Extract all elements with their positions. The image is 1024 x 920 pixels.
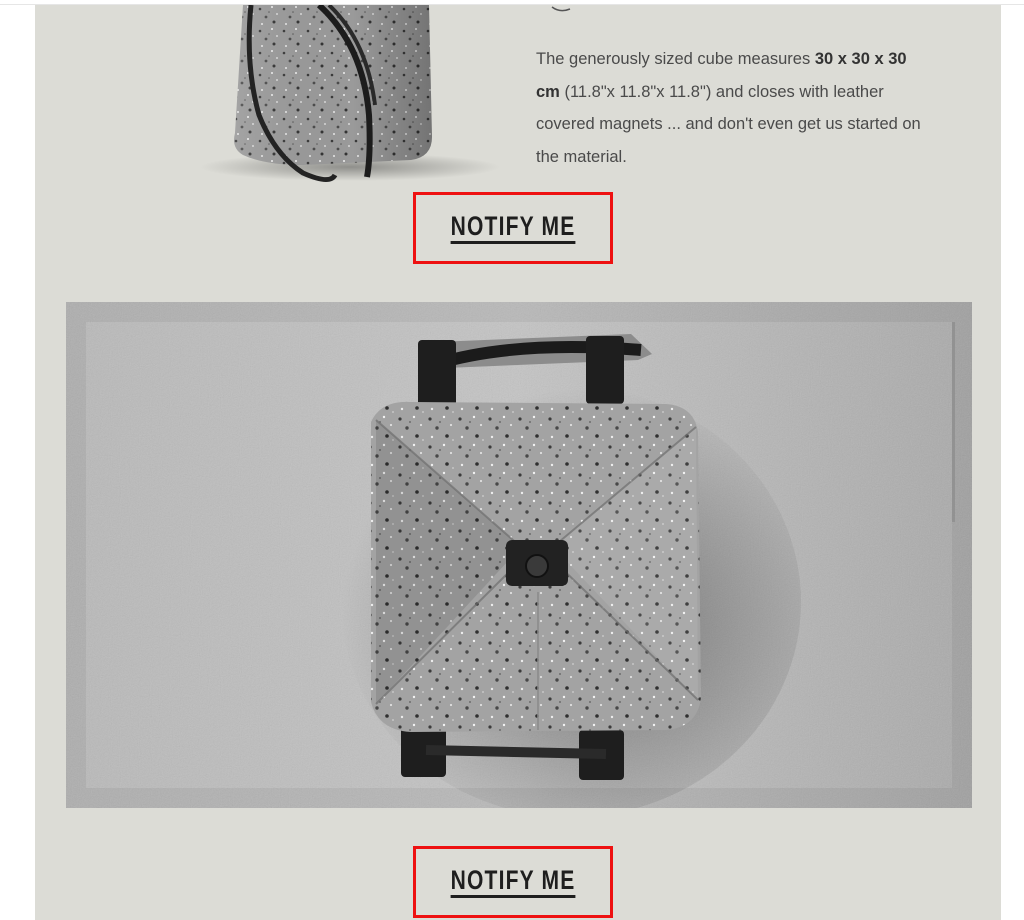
notify-me-label: NOTIFY ME: [450, 212, 576, 244]
product-description: The generously sized cube measures 30 x …: [536, 43, 926, 173]
notify-me-button-2[interactable]: NOTIFY ME: [416, 849, 610, 915]
newsletter-body: The generously sized cube measures 30 x …: [35, 5, 1001, 920]
tote-bag-image: [185, 5, 505, 190]
page: The generously sized cube measures 30 x …: [0, 0, 1024, 920]
notify-me-highlight-2: NOTIFY ME: [413, 846, 613, 918]
description-text-2: (11.8"x 11.8"x 11.8") and closes with le…: [536, 82, 921, 166]
notify-me-label: NOTIFY ME: [450, 866, 576, 898]
cropped-heading-fragment: [551, 6, 571, 12]
notify-me-highlight-1: NOTIFY ME: [413, 192, 613, 264]
notify-me-button-1[interactable]: NOTIFY ME: [416, 195, 610, 261]
description-text-1: The generously sized cube measures: [536, 50, 815, 68]
cube-bag-image: [66, 302, 972, 808]
